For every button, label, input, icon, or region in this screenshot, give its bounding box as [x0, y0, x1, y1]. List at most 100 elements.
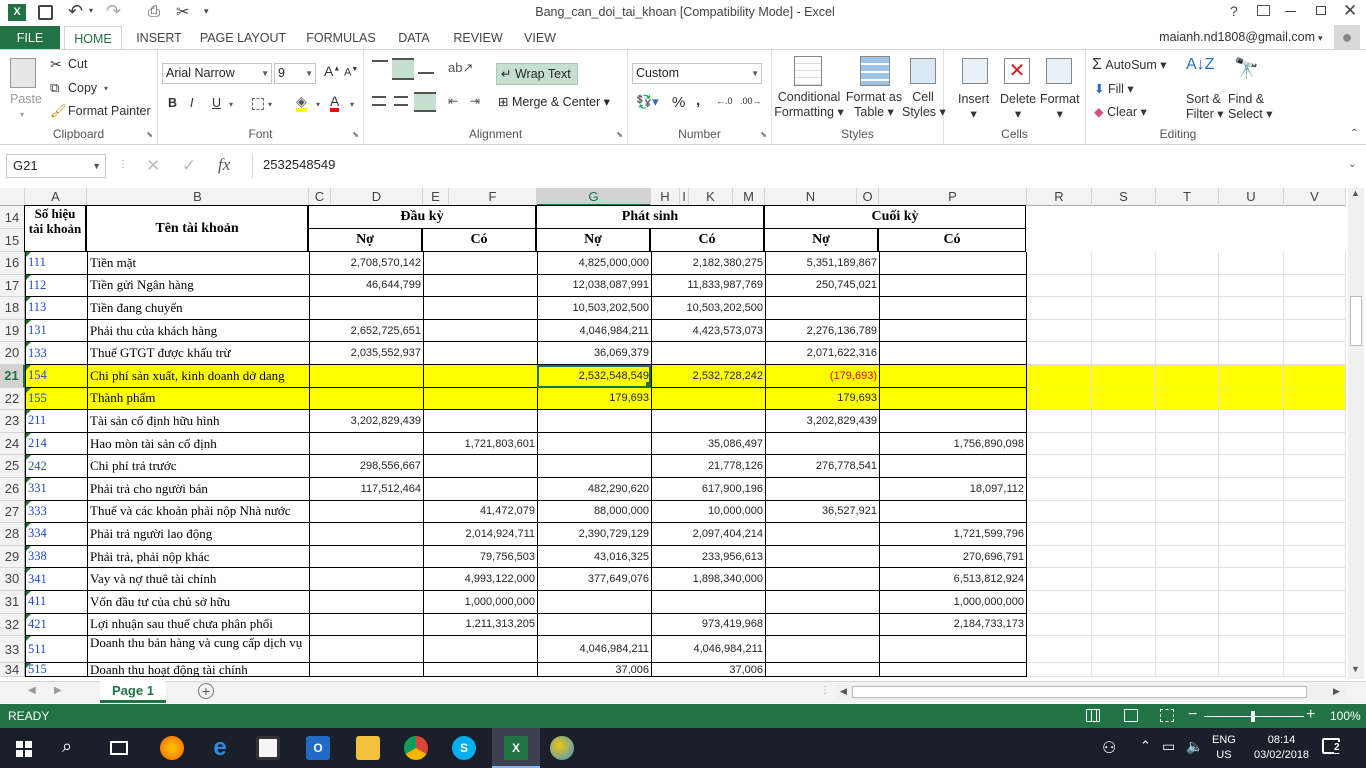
empty-cell[interactable] — [1092, 613, 1156, 637]
find-select-button[interactable]: Find & Select ▾ — [1228, 92, 1273, 122]
empty-cell[interactable] — [1219, 319, 1284, 343]
period-debit[interactable] — [537, 455, 651, 478]
table-row[interactable]: 338 Phải trả, phải nộp khác 79,756,503 43,0… — [25, 545, 1346, 569]
firefox-icon[interactable] — [160, 736, 184, 760]
empty-cell[interactable] — [1219, 636, 1284, 664]
task-view-icon[interactable] — [110, 741, 128, 755]
account-code[interactable]: 111 — [25, 252, 87, 275]
underline-dropdown-icon[interactable]: ▾ — [229, 100, 233, 109]
table-row[interactable]: 341 Vay và nợ thuê tài chính 4,993,122,000… — [25, 568, 1346, 591]
copy-button[interactable]: Copy — [68, 81, 97, 95]
account-name[interactable]: Doanh thu hoạt động tài chính — [87, 663, 309, 678]
closing-debit[interactable]: 36,527,921 — [765, 500, 879, 524]
skype-icon[interactable]: S — [452, 736, 476, 760]
opening-credit[interactable]: 41,472,079 — [423, 500, 537, 524]
column-header[interactable]: K — [689, 188, 733, 206]
opening-credit[interactable] — [423, 636, 537, 664]
column-header[interactable]: O — [857, 188, 879, 206]
column-header[interactable]: G — [537, 188, 651, 206]
closing-debit[interactable] — [765, 545, 879, 569]
clock[interactable]: 08:14 03/02/2018 — [1254, 733, 1309, 763]
empty-cell[interactable] — [1284, 252, 1346, 275]
chrome-icon[interactable] — [404, 736, 428, 760]
opening-debit[interactable] — [309, 545, 423, 569]
tray-expand-icon[interactable]: ⌃ — [1140, 738, 1151, 754]
opening-debit[interactable] — [309, 568, 423, 591]
period-credit[interactable]: 1,898,340,000 — [651, 568, 765, 591]
sheet-tab-page-1[interactable]: Page 1 — [100, 681, 166, 703]
cut-button[interactable]: Cut — [68, 57, 87, 71]
tab-page-layout[interactable]: PAGE LAYOUT — [196, 26, 290, 50]
opening-credit[interactable]: 79,756,503 — [423, 545, 537, 569]
copy-dropdown-icon[interactable]: ▾ — [104, 84, 108, 93]
empty-cell[interactable] — [1092, 500, 1156, 524]
opening-debit[interactable]: 3,202,829,439 — [309, 410, 423, 433]
opening-credit[interactable] — [423, 342, 537, 365]
period-debit[interactable] — [537, 410, 651, 433]
row-header[interactable]: 23 — [0, 410, 25, 433]
column-header[interactable]: C — [309, 188, 331, 206]
opening-credit[interactable]: 4,993,122,000 — [423, 568, 537, 591]
empty-cell[interactable] — [1092, 545, 1156, 569]
table-row[interactable]: 411 Vốn đầu tư của chủ sở hữu 1,000,000,00… — [25, 591, 1346, 614]
period-credit[interactable]: 10,503,202,500 — [651, 297, 765, 320]
italic-button[interactable]: I — [190, 96, 193, 110]
closing-debit[interactable] — [765, 297, 879, 320]
select-all-corner[interactable] — [0, 188, 25, 206]
name-box-dropdown-icon[interactable]: ▼ — [92, 155, 101, 177]
font-name-select[interactable]: Arial Narrow ▼ — [162, 63, 272, 84]
empty-cell[interactable] — [1219, 523, 1284, 546]
zoom-slider[interactable] — [1204, 711, 1304, 722]
opening-debit[interactable] — [309, 591, 423, 614]
opening-debit[interactable] — [309, 523, 423, 546]
empty-cell[interactable] — [1156, 545, 1219, 569]
account-name[interactable]: Tiền mặt — [87, 252, 309, 275]
closing-credit[interactable]: 270,696,791 — [879, 545, 1027, 569]
empty-cell[interactable] — [1156, 455, 1219, 478]
empty-cell[interactable] — [1156, 410, 1219, 433]
closing-debit[interactable] — [765, 636, 879, 664]
account-code[interactable]: 333 — [25, 500, 87, 524]
font-size-select[interactable]: 9 ▼ — [274, 63, 316, 84]
empty-cell[interactable] — [1284, 568, 1346, 591]
account-code[interactable]: 511 — [25, 636, 87, 664]
closing-credit[interactable] — [879, 500, 1027, 524]
empty-cell[interactable] — [1219, 365, 1284, 388]
account-code[interactable]: 242 — [25, 455, 87, 478]
table-row[interactable]: 331 Phải trả cho người bán 117,512,464 482,… — [25, 478, 1346, 501]
row-header[interactable]: 32 — [0, 613, 25, 637]
closing-credit[interactable] — [879, 455, 1027, 478]
row-header[interactable]: 27 — [0, 500, 25, 524]
opening-credit[interactable] — [423, 252, 537, 275]
tab-insert[interactable]: INSERT — [130, 26, 188, 50]
account-name[interactable]: Phải trả người lao động — [87, 523, 309, 546]
excel-taskbar-button[interactable]: X — [492, 728, 540, 768]
opening-credit[interactable] — [423, 274, 537, 298]
merge-center-button[interactable]: ⊞ Merge & Center ▾ — [498, 94, 610, 109]
account-code[interactable]: 113 — [25, 297, 87, 320]
column-header[interactable]: V — [1284, 188, 1346, 206]
table-row[interactable]: 111 Tiền mặt 2,708,570,142 4,825,000,000 2,1… — [25, 252, 1346, 275]
comma-button[interactable]: , — [696, 92, 700, 109]
table-row[interactable]: 333 Thuế và các khoản phải nộp Nhà nước 41… — [25, 500, 1346, 524]
empty-cell[interactable] — [1092, 365, 1156, 388]
font-size-dropdown-icon[interactable]: ▼ — [305, 64, 313, 83]
empty-cell[interactable] — [1027, 568, 1092, 591]
number-format-select[interactable]: Custom ▼ — [632, 63, 762, 84]
opening-credit[interactable] — [423, 387, 537, 411]
empty-cell[interactable] — [1027, 387, 1092, 411]
opening-debit[interactable] — [309, 297, 423, 320]
empty-cell[interactable] — [1156, 342, 1219, 365]
next-sheet-icon[interactable]: ▶ — [54, 685, 62, 696]
empty-cell[interactable] — [1092, 591, 1156, 614]
opening-debit[interactable]: 2,652,725,651 — [309, 319, 423, 343]
store-icon[interactable] — [256, 736, 280, 760]
row-header[interactable]: 31 — [0, 591, 25, 614]
table-row[interactable]: 211 Tài sản cố định hữu hình 3,202,829,439… — [25, 410, 1346, 433]
tab-formulas[interactable]: FORMULAS — [302, 26, 380, 50]
account-name[interactable]: Chi phí sản xuất, kinh doanh dở dang — [87, 365, 309, 388]
cut-quick-icon[interactable]: ✂ — [176, 2, 189, 22]
period-debit[interactable]: 37,006 — [537, 663, 651, 678]
period-debit[interactable]: 36,069,379 — [537, 342, 651, 365]
closing-debit[interactable]: 2,276,136,789 — [765, 319, 879, 343]
